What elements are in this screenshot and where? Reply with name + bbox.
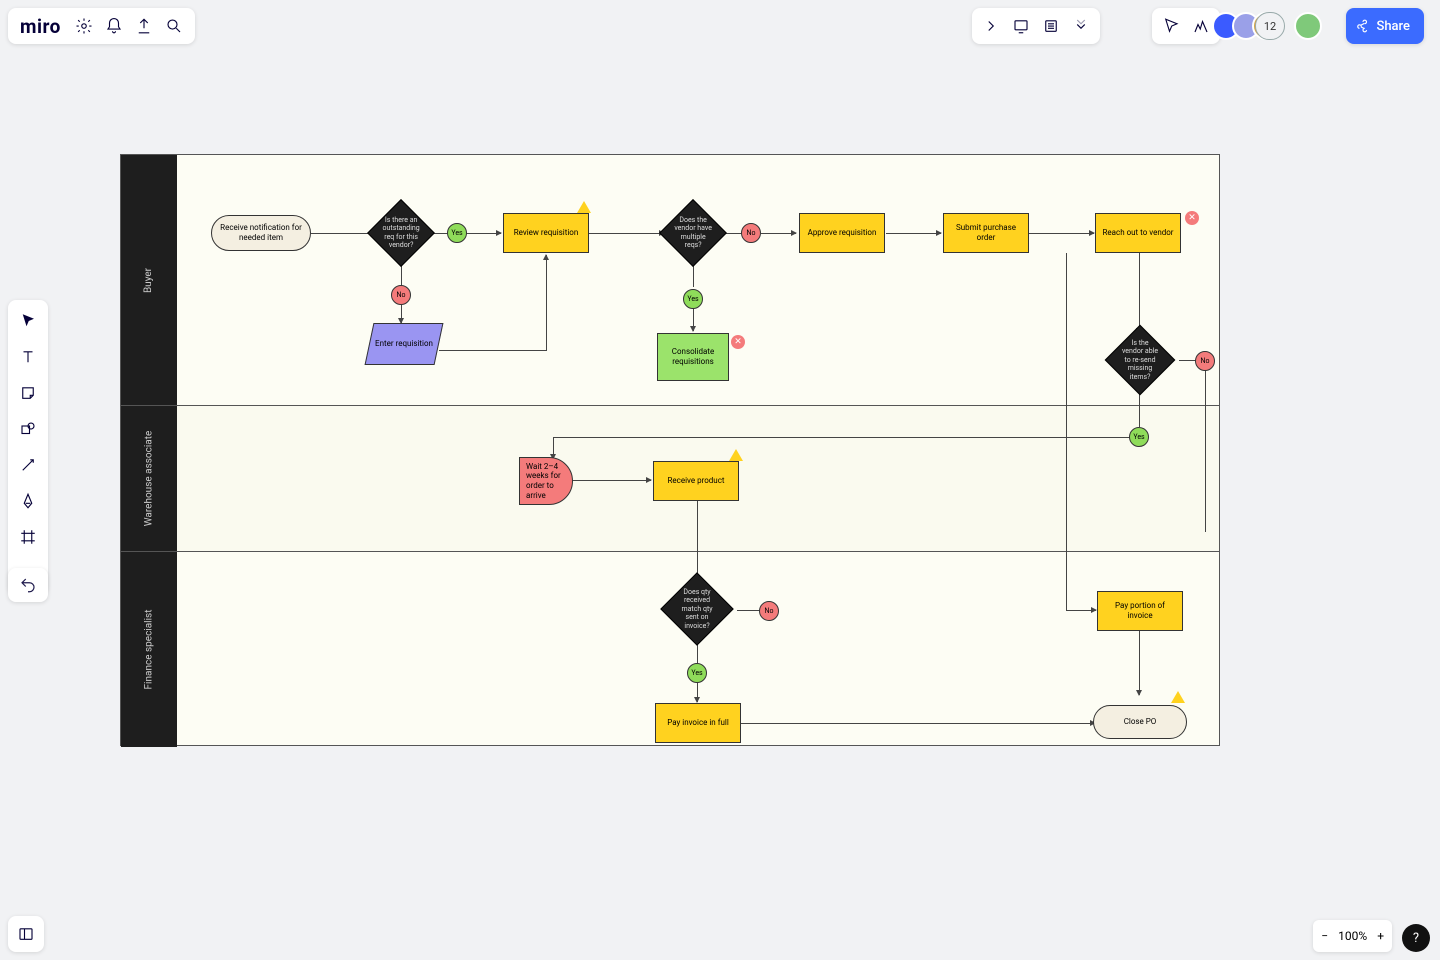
node-pay-portion[interactable]: Pay portion of invoice xyxy=(1097,591,1183,631)
zoom-level[interactable]: 100% xyxy=(1338,929,1367,943)
node-enter-req[interactable]: Enter requisition xyxy=(365,323,444,365)
sticky-tool[interactable] xyxy=(13,378,43,408)
label-yes: Yes xyxy=(1129,427,1149,447)
settings-icon[interactable] xyxy=(69,11,99,41)
cursor-icon[interactable] xyxy=(1156,11,1186,41)
pen-tool[interactable] xyxy=(13,486,43,516)
error-icon: ✕ xyxy=(731,335,745,349)
list-icon[interactable] xyxy=(1036,11,1066,41)
avatar-overflow-count[interactable]: 12 xyxy=(1255,12,1285,40)
zoom-out-button[interactable]: − xyxy=(1321,929,1328,943)
share-label: Share xyxy=(1376,19,1410,34)
label-no: No xyxy=(741,223,761,243)
swimlane-diagram[interactable]: Buyer Warehouse associate Finance specia… xyxy=(120,154,1220,746)
label-no: No xyxy=(759,601,779,621)
tool-palette: » xyxy=(8,300,48,594)
node-decision-multiple[interactable]: Does the vendor have multiple reqs? xyxy=(659,199,727,267)
toolbar-collab xyxy=(1152,8,1220,44)
label-yes: Yes xyxy=(447,223,467,243)
node-consolidate[interactable]: Consolidate requisitions xyxy=(657,333,729,381)
lane-header-finance[interactable]: Finance specialist xyxy=(121,551,177,747)
shape-tool[interactable] xyxy=(13,414,43,444)
node-start[interactable]: Receive notification for needed item xyxy=(211,215,311,251)
text-tool[interactable] xyxy=(13,342,43,372)
label-yes: Yes xyxy=(687,663,707,683)
warning-icon xyxy=(729,449,743,461)
select-tool[interactable] xyxy=(13,306,43,336)
node-decision-resend[interactable]: Is the vendor able to re-send missing it… xyxy=(1105,325,1176,396)
node-wait[interactable]: Wait 2–4 weeks for order to arrive xyxy=(519,457,573,505)
collapse-icon[interactable] xyxy=(976,11,1006,41)
node-submit-po[interactable]: Submit purchase order xyxy=(943,213,1029,253)
toolbar-main: miro xyxy=(8,8,195,44)
node-reach-vendor[interactable]: Reach out to vendor xyxy=(1095,213,1181,253)
node-close-po[interactable]: Close PO xyxy=(1093,705,1187,739)
share-button[interactable]: Share xyxy=(1346,8,1424,44)
node-pay-full[interactable]: Pay invoice in full xyxy=(655,703,741,743)
bell-icon[interactable] xyxy=(99,11,129,41)
frame-tool[interactable] xyxy=(13,522,43,552)
search-icon[interactable] xyxy=(159,11,189,41)
node-receive[interactable]: Receive product xyxy=(653,461,739,501)
more-icon[interactable] xyxy=(1066,11,1096,41)
undo-button[interactable] xyxy=(8,568,48,602)
label-yes: Yes xyxy=(683,289,703,309)
toolbar-view xyxy=(972,8,1100,44)
logo[interactable]: miro xyxy=(14,15,69,38)
zoom-in-button[interactable]: + xyxy=(1377,929,1384,943)
node-decision-qty[interactable]: Does qty received match qty sent on invo… xyxy=(660,572,734,646)
node-review-req[interactable]: Review requisition xyxy=(503,213,589,253)
lane-header-buyer[interactable]: Buyer xyxy=(121,155,177,405)
zoom-control: − 100% + xyxy=(1313,920,1392,952)
warning-icon xyxy=(1171,691,1185,703)
lane-header-warehouse[interactable]: Warehouse associate xyxy=(121,405,177,551)
label-no: No xyxy=(391,285,411,305)
label-no: No xyxy=(1195,351,1215,371)
avatar-me[interactable] xyxy=(1294,12,1322,40)
help-button[interactable]: ? xyxy=(1402,924,1430,952)
error-icon: ✕ xyxy=(1185,211,1199,225)
node-approve-req[interactable]: Approve requisition xyxy=(799,213,885,253)
node-decision-outstanding[interactable]: Is there an outstanding req for this ven… xyxy=(367,199,435,267)
export-icon[interactable] xyxy=(129,11,159,41)
warning-icon xyxy=(577,201,591,213)
present-icon[interactable] xyxy=(1006,11,1036,41)
connector-tool[interactable] xyxy=(13,450,43,480)
minimap-toggle[interactable] xyxy=(8,916,44,952)
